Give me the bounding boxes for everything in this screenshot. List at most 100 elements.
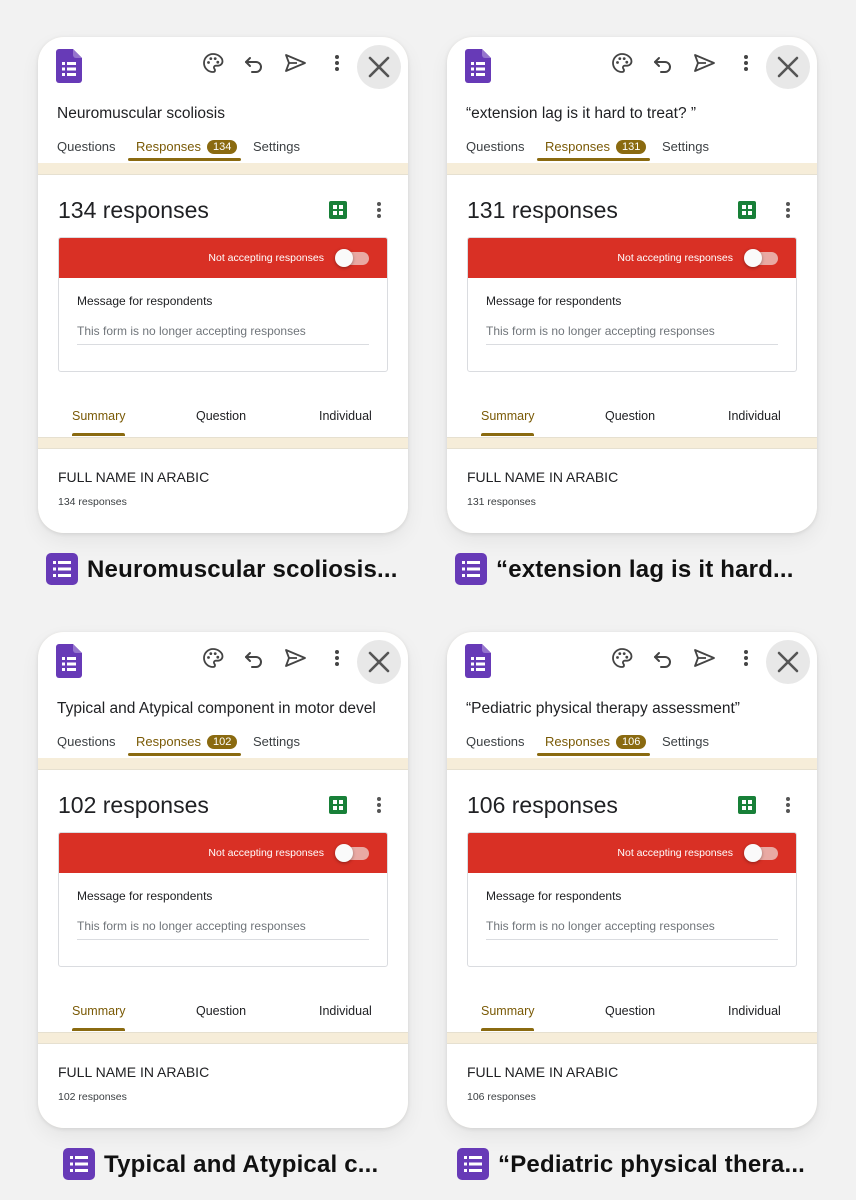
active-tab-indicator: [537, 158, 650, 161]
app-preview-card[interactable]: Neuromuscular scoliosis Questions Respon…: [38, 37, 408, 533]
tab-questions[interactable]: Questions: [57, 734, 116, 749]
tab-responses[interactable]: Responses 106: [545, 734, 647, 749]
forms-app-icon: [457, 1148, 489, 1180]
responses-panel: 131 responses Not accepting responses Me…: [447, 174, 817, 438]
undo-icon[interactable]: [241, 50, 267, 76]
send-icon[interactable]: [691, 50, 717, 76]
close-button[interactable]: [766, 45, 810, 89]
sheets-icon[interactable]: [738, 796, 756, 814]
palette-icon[interactable]: [200, 50, 226, 76]
sheets-icon[interactable]: [329, 201, 347, 219]
app-tile[interactable]: Typical and Atypical component in motor …: [38, 632, 408, 1180]
more-vert-icon[interactable]: [324, 645, 350, 671]
form-title: Neuromuscular scoliosis: [57, 105, 225, 122]
tab-individual[interactable]: Individual: [319, 1004, 372, 1018]
accepting-responses-box: Not accepting responses Message for resp…: [58, 832, 388, 967]
more-vert-icon[interactable]: [366, 792, 392, 818]
tab-individual[interactable]: Individual: [728, 409, 781, 423]
send-icon[interactable]: [282, 50, 308, 76]
form-icon: [56, 644, 82, 678]
tab-summary[interactable]: Summary: [481, 409, 534, 423]
tab-individual[interactable]: Individual: [728, 1004, 781, 1018]
tab-questions[interactable]: Questions: [466, 139, 525, 154]
app-preview-card[interactable]: “Pediatric physical therapy assessment” …: [447, 632, 817, 1128]
app-preview-card[interactable]: “extension lag is it hard to treat? ” Qu…: [447, 37, 817, 533]
tab-summary[interactable]: Summary: [72, 409, 125, 423]
palette-icon[interactable]: [200, 645, 226, 671]
close-icon: [777, 56, 799, 78]
form-title: Typical and Atypical component in motor …: [57, 700, 376, 717]
tab-settings[interactable]: Settings: [662, 734, 709, 749]
question-title: FULL NAME IN ARABIC: [58, 469, 210, 485]
toggle-knob: [335, 249, 353, 267]
question-title: FULL NAME IN ARABIC: [467, 1064, 619, 1080]
active-tab-indicator: [128, 753, 241, 756]
palette-icon[interactable]: [609, 645, 635, 671]
send-icon[interactable]: [691, 645, 717, 671]
message-input[interactable]: This form is no longer accepting respons…: [486, 324, 778, 345]
send-icon[interactable]: [282, 645, 308, 671]
accepting-responses-toggle[interactable]: [335, 249, 369, 267]
close-button[interactable]: [357, 640, 401, 684]
more-vert-icon[interactable]: [775, 197, 801, 223]
more-vert-icon[interactable]: [775, 792, 801, 818]
status-banner: Not accepting responses: [59, 833, 387, 873]
form-icon: [465, 49, 491, 83]
undo-icon[interactable]: [650, 645, 676, 671]
message-input[interactable]: This form is no longer accepting respons…: [77, 324, 369, 345]
app-caption-text: Neuromuscular scoliosis...: [87, 556, 398, 583]
tab-question[interactable]: Question: [196, 1004, 246, 1018]
more-vert-icon[interactable]: [733, 50, 759, 76]
tab-settings[interactable]: Settings: [253, 734, 300, 749]
app-tile[interactable]: Neuromuscular scoliosis Questions Respon…: [38, 37, 408, 585]
tab-responses[interactable]: Responses 102: [136, 734, 238, 749]
tab-question[interactable]: Question: [605, 1004, 655, 1018]
sheets-icon[interactable]: [329, 796, 347, 814]
app-preview-card[interactable]: Typical and Atypical component in motor …: [38, 632, 408, 1128]
form-tabs: Questions Responses 106 Settings: [447, 732, 817, 758]
status-banner: Not accepting responses: [468, 238, 796, 278]
app-tile[interactable]: “Pediatric physical therapy assessment” …: [447, 632, 817, 1180]
tab-questions[interactable]: Questions: [57, 139, 116, 154]
forms-app-icon: [63, 1148, 95, 1180]
tab-question[interactable]: Question: [605, 409, 655, 423]
tab-settings[interactable]: Settings: [662, 139, 709, 154]
accepting-responses-toggle[interactable]: [744, 844, 778, 862]
tab-question[interactable]: Question: [196, 409, 246, 423]
sheets-icon[interactable]: [738, 201, 756, 219]
undo-icon[interactable]: [241, 645, 267, 671]
tab-responses[interactable]: Responses 134: [136, 139, 238, 154]
accepting-responses-toggle[interactable]: [335, 844, 369, 862]
question-title: FULL NAME IN ARABIC: [58, 1064, 210, 1080]
accepting-responses-toggle[interactable]: [744, 249, 778, 267]
accepting-status-text: Not accepting responses: [617, 847, 733, 859]
tab-summary[interactable]: Summary: [72, 1004, 125, 1018]
active-subtab-indicator: [481, 433, 534, 436]
palette-icon[interactable]: [609, 50, 635, 76]
active-subtab-indicator: [72, 433, 125, 436]
active-tab-indicator: [128, 158, 241, 161]
tab-settings[interactable]: Settings: [253, 139, 300, 154]
tab-summary[interactable]: Summary: [481, 1004, 534, 1018]
active-tab-indicator: [537, 753, 650, 756]
more-vert-icon[interactable]: [366, 197, 392, 223]
message-input[interactable]: This form is no longer accepting respons…: [486, 919, 778, 940]
responses-count-heading: 102 responses: [58, 792, 209, 818]
question-response-count: 131 responses: [467, 496, 536, 508]
close-button[interactable]: [766, 640, 810, 684]
active-subtab-indicator: [481, 1028, 534, 1031]
question-summary-card: FULL NAME IN ARABIC 131 responses: [447, 448, 817, 533]
tab-individual[interactable]: Individual: [319, 409, 372, 423]
tab-questions[interactable]: Questions: [466, 734, 525, 749]
form-icon: [465, 644, 491, 678]
message-input[interactable]: This form is no longer accepting respons…: [77, 919, 369, 940]
app-tile[interactable]: “extension lag is it hard to treat? ” Qu…: [447, 37, 817, 585]
accepting-status-text: Not accepting responses: [208, 252, 324, 264]
tab-responses[interactable]: Responses 131: [545, 139, 647, 154]
tab-responses-label: Responses: [136, 734, 202, 749]
undo-icon[interactable]: [650, 50, 676, 76]
more-vert-icon[interactable]: [324, 50, 350, 76]
more-vert-icon[interactable]: [733, 645, 759, 671]
close-icon: [777, 651, 799, 673]
close-button[interactable]: [357, 45, 401, 89]
